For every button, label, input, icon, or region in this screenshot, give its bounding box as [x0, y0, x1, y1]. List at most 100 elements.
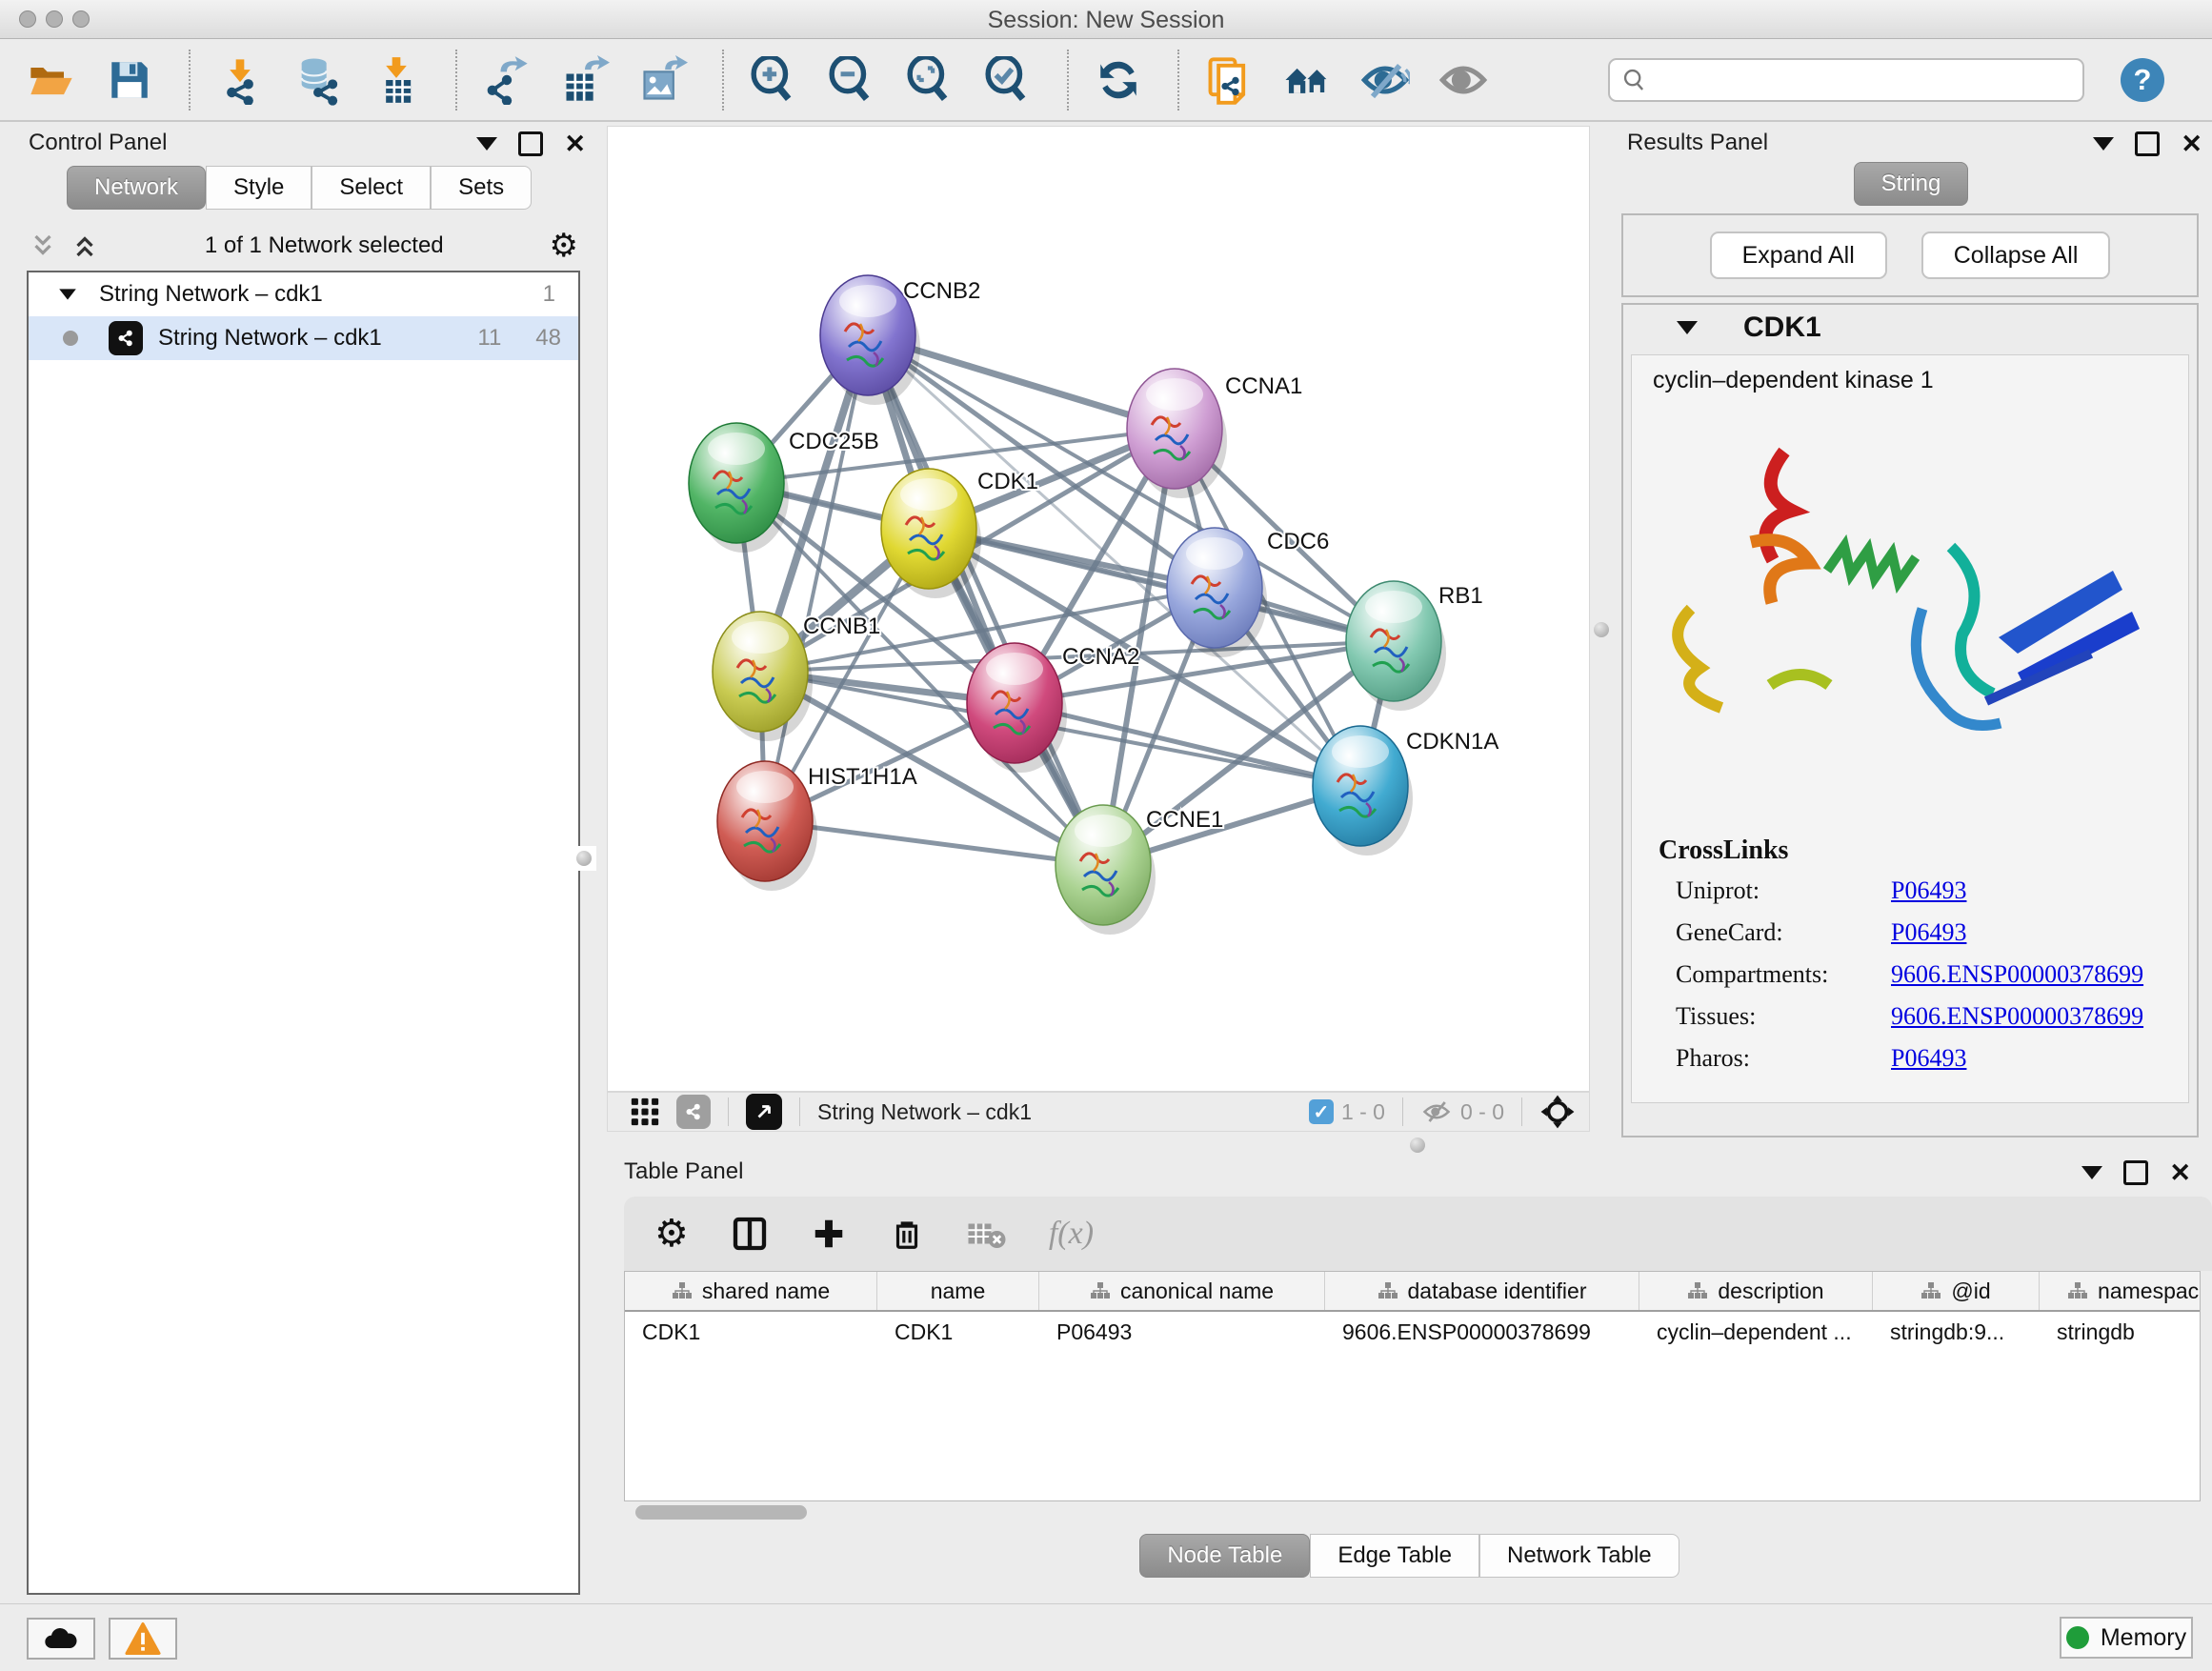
- gene-section-header[interactable]: CDK1: [1623, 305, 2197, 351]
- tab-edge-table-label: Edge Table: [1337, 1542, 1452, 1569]
- import-network-from-database-button[interactable]: [293, 53, 343, 107]
- network-canvas[interactable]: CCNB2CCNA1CDC25BCDK1CDC6RB1CCNB1CCNA2CDK…: [607, 126, 1590, 1092]
- node-label-HIST1H1A: HIST1H1A: [808, 764, 917, 790]
- tab-sets[interactable]: Sets: [431, 166, 532, 210]
- table-options-gear-icon[interactable]: ⚙: [654, 1218, 689, 1250]
- tab-string[interactable]: String: [1854, 162, 1969, 206]
- zoom-fit-button[interactable]: [905, 53, 955, 107]
- tab-node-table[interactable]: Node Table: [1139, 1534, 1310, 1578]
- open-session-button[interactable]: [27, 53, 76, 107]
- cloud-status-button[interactable]: [27, 1618, 95, 1660]
- node-highlight: [736, 771, 794, 803]
- column-header-shared-name[interactable]: shared name: [625, 1272, 877, 1310]
- node-highlight: [1146, 378, 1203, 411]
- table-cell[interactable]: CDK1: [877, 1312, 1039, 1352]
- crosslink-link[interactable]: 9606.ENSP00000378699: [1891, 960, 2143, 989]
- tab-node-table-label: Node Table: [1167, 1542, 1282, 1569]
- expand-all-button[interactable]: Expand All: [1710, 232, 1887, 279]
- tab-edge-table[interactable]: Edge Table: [1310, 1534, 1479, 1578]
- collapse-all-button[interactable]: Collapse All: [1921, 232, 2111, 279]
- crosslink-link[interactable]: P06493: [1891, 876, 1966, 905]
- network-collection-label: String Network – cdk1: [99, 281, 323, 308]
- float-panel-icon[interactable]: [2123, 1160, 2148, 1185]
- left-divider-handle[interactable]: [572, 846, 596, 871]
- crosslink-link[interactable]: P06493: [1891, 918, 1966, 947]
- float-panel-icon[interactable]: [2135, 131, 2160, 156]
- add-column-icon[interactable]: [811, 1216, 847, 1252]
- tab-select[interactable]: Select: [312, 166, 431, 210]
- help-button[interactable]: ?: [2121, 58, 2164, 102]
- column-header-canonical-name[interactable]: canonical name: [1039, 1272, 1325, 1310]
- table-cell[interactable]: 9606.ENSP00000378699: [1325, 1312, 1639, 1352]
- network-tree-child-row[interactable]: String Network – cdk1 11 48: [29, 316, 578, 360]
- delete-column-trash-icon[interactable]: [889, 1216, 925, 1252]
- crosslink-link[interactable]: 9606.ENSP00000378699: [1891, 1002, 2143, 1031]
- warnings-button[interactable]: [109, 1618, 177, 1660]
- birds-eye-grid-icon[interactable]: [629, 1096, 661, 1128]
- import-table-button[interactable]: [372, 53, 421, 107]
- column-header-label: database identifier: [1408, 1278, 1587, 1304]
- horizontal-scrollbar[interactable]: [635, 1505, 807, 1520]
- close-panel-icon[interactable]: ✕: [2181, 134, 2202, 153]
- app-manager-button[interactable]: [1204, 53, 1254, 107]
- string-view-icon[interactable]: [676, 1095, 711, 1129]
- collapse-panel-icon[interactable]: [2093, 137, 2114, 151]
- memory-button[interactable]: Memory: [2060, 1617, 2193, 1659]
- search-field[interactable]: [1608, 58, 2084, 102]
- close-panel-icon[interactable]: ✕: [2169, 1163, 2191, 1182]
- close-panel-icon[interactable]: ✕: [564, 134, 586, 153]
- collapse-panel-icon[interactable]: [2081, 1166, 2102, 1179]
- zoom-in-button[interactable]: [749, 53, 798, 107]
- search-input[interactable]: [1648, 66, 2052, 94]
- tab-network-table[interactable]: Network Table: [1479, 1534, 1679, 1578]
- refresh-layout-button[interactable]: [1094, 53, 1143, 107]
- selected-node-edge-count: 1 - 0: [1341, 1099, 1385, 1125]
- shared-column-icon: [1920, 1281, 1941, 1300]
- collapse-panel-icon[interactable]: [476, 137, 497, 151]
- tab-style[interactable]: Style: [206, 166, 312, 210]
- control-panel-tabs: Network Style Select Sets: [67, 166, 532, 210]
- show-all-button[interactable]: [1438, 53, 1488, 107]
- selected-checkbox-icon[interactable]: ✓: [1309, 1099, 1334, 1124]
- zoom-selected-button[interactable]: [983, 53, 1033, 107]
- expand-all-chevrons-icon[interactable]: [29, 232, 57, 260]
- expander-icon[interactable]: [59, 289, 76, 299]
- section-expander-icon[interactable]: [1677, 321, 1698, 334]
- column-header-description[interactable]: description: [1639, 1272, 1873, 1310]
- export-image-button[interactable]: [638, 53, 688, 107]
- houses-icon: [1282, 55, 1332, 105]
- export-image-icon: [638, 55, 688, 105]
- zoom-out-button[interactable]: [827, 53, 876, 107]
- save-session-button[interactable]: [105, 53, 154, 107]
- fit-selected-crosshair-icon[interactable]: [1539, 1094, 1576, 1130]
- export-table-button[interactable]: [560, 53, 610, 107]
- table-cell[interactable]: cyclin–dependent ...: [1639, 1312, 1873, 1352]
- hide-selected-button[interactable]: [1360, 53, 1410, 107]
- table-cell[interactable]: CDK1: [625, 1312, 877, 1352]
- tab-network[interactable]: Network: [67, 166, 206, 210]
- main-toolbar: ?: [0, 39, 2212, 122]
- table-row[interactable]: CDK1CDK1P064939606.ENSP00000378699cyclin…: [625, 1312, 2200, 1352]
- table-cell[interactable]: stringdb:9...: [1873, 1312, 2040, 1352]
- detach-view-button[interactable]: [746, 1094, 782, 1130]
- column-header--id[interactable]: @id: [1873, 1272, 2040, 1310]
- horizontal-divider-handle[interactable]: [1410, 1137, 1425, 1153]
- home-button[interactable]: [1282, 53, 1332, 107]
- float-panel-icon[interactable]: [518, 131, 543, 156]
- table-cell[interactable]: stringdb: [2040, 1312, 2201, 1352]
- function-builder-icon: f(x): [1049, 1216, 1094, 1252]
- table-cell[interactable]: P06493: [1039, 1312, 1325, 1352]
- network-tree-root-row[interactable]: String Network – cdk1 1: [29, 272, 578, 316]
- network-options-gear-icon[interactable]: ⚙: [550, 230, 578, 262]
- import-network-button[interactable]: [215, 53, 265, 107]
- collapse-all-chevrons-icon[interactable]: [70, 232, 99, 260]
- show-columns-icon[interactable]: [731, 1215, 769, 1253]
- column-header-database-identifier[interactable]: database identifier: [1325, 1272, 1639, 1310]
- node-table[interactable]: shared namenamecanonical name database id…: [624, 1271, 2201, 1501]
- export-network-button[interactable]: [482, 53, 532, 107]
- network-edge[interactable]: [765, 335, 868, 821]
- column-header-name[interactable]: name: [877, 1272, 1039, 1310]
- shared-column-icon: [1687, 1281, 1708, 1300]
- column-header-namespace[interactable]: namespace: [2040, 1272, 2201, 1310]
- crosslink-link[interactable]: P06493: [1891, 1044, 1966, 1073]
